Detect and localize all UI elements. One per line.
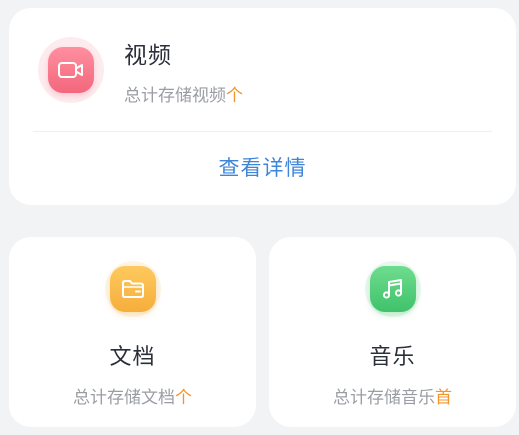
music-note-icon — [382, 279, 403, 299]
music-icon-tile — [370, 266, 416, 312]
video-subtitle-text: 总计存储视频 — [124, 86, 226, 106]
folder-icon — [122, 280, 144, 298]
documents-icon-badge — [105, 261, 161, 317]
music-unit: 首 — [435, 388, 452, 408]
documents-icon-tile — [110, 266, 156, 312]
divider — [33, 131, 492, 132]
documents-card[interactable]: 文档 总计存储文档个 — [9, 237, 256, 427]
video-icon-badge — [38, 37, 104, 103]
music-subtitle: 总计存储音乐首 — [269, 383, 516, 408]
documents-subtitle-text: 总计存储文档 — [73, 388, 175, 408]
music-subtitle-text: 总计存储音乐 — [333, 388, 435, 408]
documents-subtitle: 总计存储文档个 — [9, 383, 256, 408]
music-title: 音乐 — [369, 345, 416, 370]
video-title: 视频 — [124, 43, 172, 69]
documents-title: 文档 — [109, 345, 156, 370]
music-card[interactable]: 音乐 总计存储音乐首 — [269, 237, 516, 427]
video-camera-icon — [58, 62, 83, 78]
video-subtitle: 总计存储视频个 — [124, 81, 243, 106]
video-card[interactable]: 视频 总计存储视频个 查看详情 — [9, 8, 516, 205]
video-unit: 个 — [226, 86, 243, 106]
documents-unit: 个 — [175, 388, 192, 408]
video-icon-tile — [48, 47, 94, 93]
music-icon-badge — [365, 261, 421, 317]
view-details-link[interactable]: 查看详情 — [9, 152, 516, 182]
